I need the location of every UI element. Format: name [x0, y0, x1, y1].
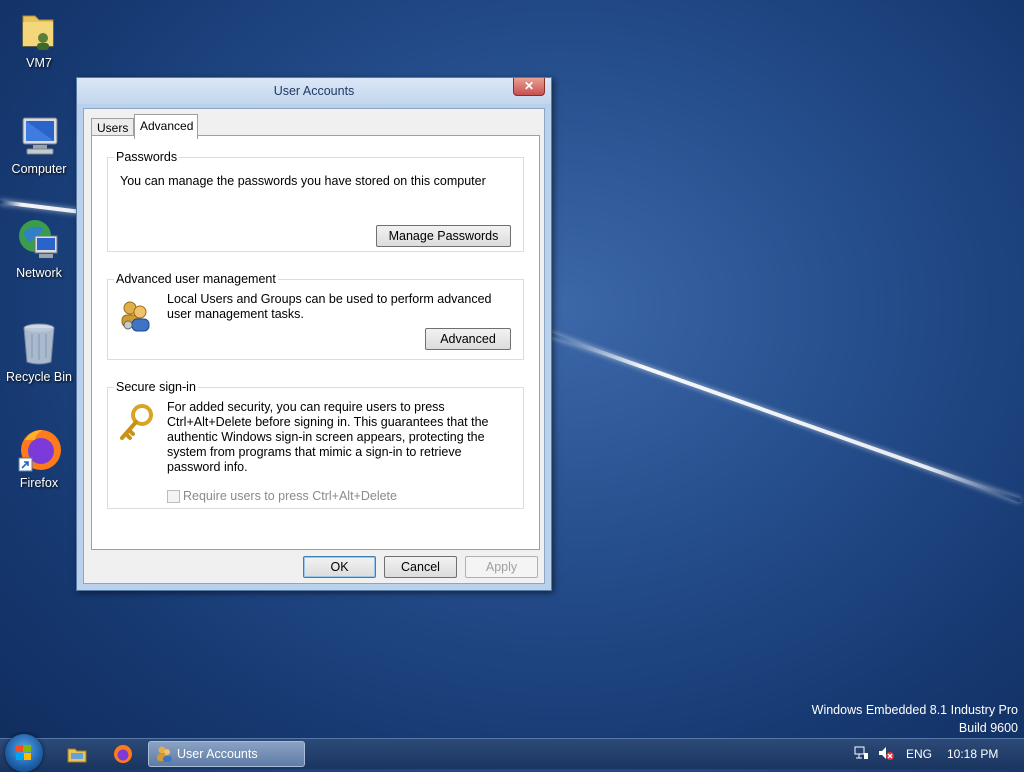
secure-signin-group: Secure sign-in For added security, you c… [107, 380, 524, 509]
desktop-icon-network[interactable]: Network [2, 216, 76, 280]
os-edition-text: Windows Embedded 8.1 Industry Pro [811, 703, 1018, 717]
desktop-icon-vm7[interactable]: VM7 [2, 6, 76, 70]
advanced-user-management-group: Advanced user management Local Users and… [107, 272, 524, 360]
secure-signin-description: For added security, you can require user… [167, 400, 489, 474]
start-button[interactable] [5, 734, 43, 772]
desktop-icon-label: Recycle Bin [6, 370, 72, 384]
desktop-icon-label: Computer [11, 162, 67, 176]
desktop-icon-label: VM7 [26, 56, 52, 70]
dialog-title: User Accounts [273, 84, 355, 98]
advanced-mgmt-description: Local Users and Groups can be used to pe… [167, 292, 492, 321]
passwords-legend: Passwords [116, 150, 178, 164]
taskbar-firefox[interactable] [112, 741, 134, 767]
desktop-icon-firefox[interactable]: Firefox [2, 426, 76, 490]
advanced-button-label: Advanced [440, 332, 496, 346]
wallpaper-streak [548, 332, 1022, 503]
computer-icon [15, 112, 63, 160]
dialog-client-area: Users Advanced Passwords You can manage … [83, 108, 545, 584]
ok-button-label: OK [330, 560, 349, 574]
taskbar-task-user-accounts[interactable]: User Accounts [148, 741, 305, 767]
dialog-titlebar[interactable]: User Accounts ✕ [77, 78, 551, 104]
taskbar: User Accounts ENG 10:18 PM [0, 734, 1024, 772]
manage-passwords-button[interactable]: Manage Passwords [376, 225, 511, 247]
require-ctrl-alt-delete-checkbox[interactable] [167, 490, 180, 503]
tab-advanced[interactable]: Advanced [134, 114, 198, 139]
user-accounts-dialog: User Accounts ✕ Users Advanced Passwords… [76, 77, 552, 591]
cancel-button[interactable]: Cancel [384, 556, 457, 578]
passwords-description: You can manage the passwords you have st… [120, 174, 486, 188]
firefox-icon [114, 745, 132, 763]
recycle-bin-icon [15, 320, 63, 368]
users-icon [157, 746, 172, 762]
cancel-button-label: Cancel [401, 560, 440, 574]
passwords-group: Passwords You can manage the passwords y… [107, 150, 524, 252]
desktop-icon-recycle-bin[interactable]: Recycle Bin [2, 320, 76, 384]
desktop-icon-computer[interactable]: Computer [2, 112, 76, 176]
advanced-tab-panel: Passwords You can manage the passwords y… [91, 135, 540, 550]
apply-button-label: Apply [485, 560, 518, 574]
users-group-icon [118, 298, 154, 334]
volume-muted-icon[interactable] [877, 745, 895, 764]
advanced-mgmt-legend: Advanced user management [116, 272, 276, 286]
windows-logo-icon [16, 745, 32, 761]
key-icon [118, 404, 154, 444]
input-language-indicator[interactable]: ENG [906, 747, 932, 761]
close-button[interactable]: ✕ [513, 78, 545, 96]
desktop-icon-label: Network [16, 266, 62, 280]
folder-icon [67, 748, 87, 763]
user-folder-icon [15, 6, 63, 54]
network-globe-icon [15, 216, 63, 264]
secure-signin-legend: Secure sign-in [116, 380, 196, 394]
taskbar-file-explorer[interactable] [66, 741, 88, 767]
os-build-text: Build 9600 [958, 721, 1018, 735]
manage-passwords-label: Manage Passwords [388, 229, 499, 243]
desktop-icon-label: Firefox [19, 476, 59, 490]
taskbar-task-label: User Accounts [177, 747, 258, 761]
taskbar-clock[interactable]: 10:18 PM [947, 747, 998, 761]
ok-button[interactable]: OK [303, 556, 376, 578]
network-status-icon[interactable] [853, 745, 869, 764]
apply-button[interactable]: Apply [465, 556, 538, 578]
advanced-button[interactable]: Advanced [425, 328, 511, 350]
firefox-icon [15, 426, 63, 474]
require-ctrl-alt-delete-label: Require users to press Ctrl+Alt+Delete [183, 489, 397, 503]
